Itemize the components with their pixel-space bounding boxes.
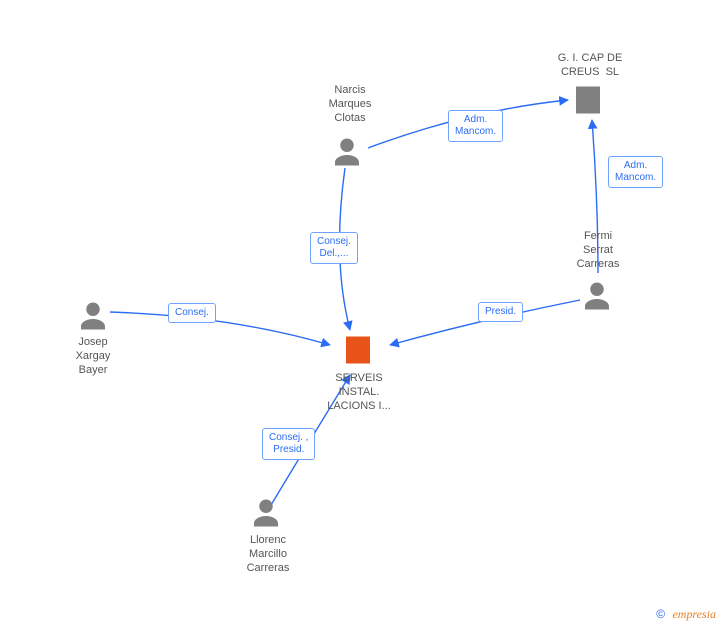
building-icon (570, 82, 606, 118)
edge-jxb-center (110, 312, 330, 345)
node-label-nmc: Narcis Marques Clotas (320, 84, 380, 125)
node-label-lmc: Llorenc Marcillo Carreras (238, 534, 298, 575)
person-icon (579, 278, 615, 314)
edge-label-jxb-center: Consej. (168, 303, 216, 323)
copyright: © empresia (656, 607, 716, 622)
node-label-jxb: Josep Xargay Bayer (66, 336, 120, 377)
edge-label-fsc-cap: Adm. Mancom. (608, 156, 663, 188)
edge-label-nmc-cap: Adm. Mancom. (448, 110, 503, 142)
person-icon (248, 495, 284, 531)
brand-name: empresia (672, 607, 716, 621)
building-icon (340, 332, 376, 368)
edge-label-lmc-center: Consej. , Presid. (262, 428, 315, 460)
node-label-cap: G. I. CAP DE CREUS SL (548, 52, 632, 80)
edge-label-nmc-center: Consej. Del.,... (310, 232, 358, 264)
person-icon (75, 298, 111, 334)
node-label-fsc: Fermi Serrat Carreras (566, 230, 630, 271)
copyright-symbol: © (656, 607, 665, 621)
node-label-center: SERVEIS INSTAL. LACIONS I... (318, 372, 400, 413)
edge-label-fsc-center: Presid. (478, 302, 523, 322)
person-icon (329, 134, 365, 170)
